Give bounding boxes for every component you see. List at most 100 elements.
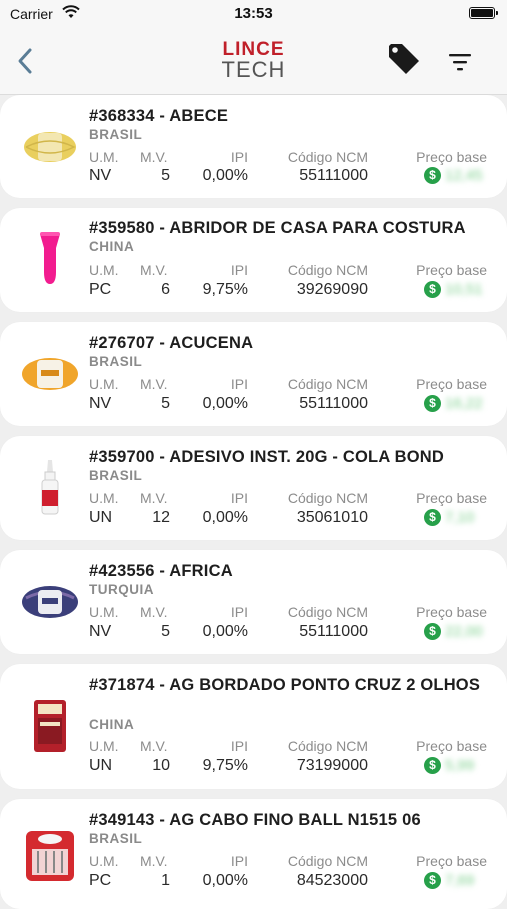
mv-label: M.V.	[140, 490, 168, 506]
um-value: PC	[89, 281, 112, 298]
price-value: $ 7,10	[424, 509, 474, 526]
ncm-value: 84523000	[296, 872, 368, 889]
price-label: Preço base	[416, 853, 487, 869]
ncm-label: Código NCM	[287, 738, 368, 754]
battery-icon	[469, 7, 498, 19]
price-amount: 5,99	[445, 757, 475, 774]
product-image-yarn	[20, 572, 80, 632]
product-card[interactable]: #349143 - AG CABO FINO BALL N1515 06 BRA…	[0, 799, 507, 909]
filter-button[interactable]	[446, 48, 474, 76]
ncm-value: 55111000	[299, 623, 368, 640]
mv-label: M.V.	[140, 262, 168, 278]
ipi-label: IPI	[230, 376, 248, 392]
ipi-label: IPI	[230, 490, 248, 506]
dollar-icon: $	[424, 757, 441, 774]
ipi-label: IPI	[230, 149, 248, 165]
price-label: Preço base	[416, 490, 487, 506]
filter-icon	[449, 54, 471, 71]
dollar-icon: $	[424, 167, 441, 184]
ipi-label: IPI	[230, 738, 248, 754]
product-origin: CHINA	[89, 239, 135, 254]
price-label: Preço base	[416, 262, 487, 278]
product-title: #423556 - AFRICA	[89, 562, 233, 580]
status-bar: Carrier 13:53	[0, 0, 507, 28]
um-value: PC	[89, 872, 112, 889]
mv-value: 1	[161, 872, 170, 889]
um-value: UN	[89, 509, 113, 526]
price-value: $ 7,69	[424, 872, 474, 889]
price-label: Preço base	[416, 738, 487, 754]
product-image-seam-ripper	[20, 228, 80, 288]
ipi-label: IPI	[230, 604, 248, 620]
product-origin: CHINA	[89, 717, 135, 732]
dollar-icon: $	[424, 281, 441, 298]
dollar-icon: $	[424, 395, 441, 412]
price-tag-button[interactable]	[386, 42, 422, 78]
mv-label: M.V.	[140, 738, 168, 754]
tag-icon	[389, 44, 419, 74]
mv-value: 12	[152, 509, 170, 526]
ncm-value: 39269090	[296, 281, 368, 298]
mv-label: M.V.	[140, 149, 168, 165]
um-value: NV	[89, 623, 112, 640]
um-value: NV	[89, 395, 112, 412]
price-value: $ 10,51	[424, 281, 483, 298]
um-label: U.M.	[89, 262, 119, 278]
ipi-label: IPI	[230, 262, 248, 278]
product-title: #368334 - ABECE	[89, 107, 229, 125]
product-title: #349143 - AG CABO FINO BALL N1515 06	[89, 811, 421, 829]
ncm-value: 55111000	[299, 167, 368, 184]
price-value: $ 5,99	[424, 757, 474, 774]
um-label: U.M.	[89, 376, 119, 392]
product-card[interactable]: #371874 - AG BORDADO PONTO CRUZ 2 OLHOS …	[0, 664, 507, 789]
product-card[interactable]: #276707 - ACUCENA BRASIL U.M. M.V. IPI C…	[0, 322, 507, 426]
price-value: $ 22,00	[424, 623, 483, 640]
um-label: U.M.	[89, 853, 119, 869]
product-image-yarn	[20, 117, 80, 177]
product-title: #276707 - ACUCENA	[89, 334, 254, 352]
product-title: #359700 - ADESIVO INST. 20G - COLA BOND	[89, 448, 445, 466]
dollar-icon: $	[424, 509, 441, 526]
ncm-label: Código NCM	[287, 853, 368, 869]
product-card[interactable]: #359700 - ADESIVO INST. 20G - COLA BOND …	[0, 436, 507, 540]
product-origin: BRASIL	[89, 831, 143, 846]
ncm-value: 55111000	[299, 395, 368, 412]
product-card[interactable]: #368334 - ABECE BRASIL U.M. M.V. IPI Cód…	[0, 95, 507, 198]
clock: 13:53	[234, 5, 273, 22]
um-label: U.M.	[89, 738, 119, 754]
product-image-needle-pack	[20, 825, 80, 885]
product-card[interactable]: #359580 - ABRIDOR DE CASA PARA COSTURA C…	[0, 208, 507, 312]
mv-value: 5	[161, 167, 170, 184]
product-image-yarn	[20, 344, 80, 404]
price-amount: 12,45	[445, 167, 483, 184]
product-title: #359580 - ABRIDOR DE CASA PARA COSTURA	[89, 219, 466, 237]
price-value: $ 12,45	[424, 167, 483, 184]
price-amount: 7,69	[445, 872, 475, 889]
ipi-value: 9,75%	[202, 281, 248, 298]
mv-label: M.V.	[140, 853, 168, 869]
product-title: #371874 - AG BORDADO PONTO CRUZ 2 OLHOS	[89, 676, 481, 694]
product-origin: BRASIL	[89, 354, 143, 369]
dollar-icon: $	[424, 872, 441, 889]
ncm-label: Código NCM	[287, 262, 368, 278]
ipi-value: 0,00%	[202, 167, 248, 184]
price-amount: 7,10	[445, 509, 475, 526]
app-logo: LINCE TECH	[0, 40, 507, 81]
mv-label: M.V.	[140, 376, 168, 392]
ncm-label: Código NCM	[287, 490, 368, 506]
mv-value: 6	[161, 281, 170, 298]
um-value: NV	[89, 167, 112, 184]
product-origin: BRASIL	[89, 127, 143, 142]
mv-value: 10	[152, 757, 170, 774]
um-value: UN	[89, 757, 113, 774]
logo-bottom-text: TECH	[221, 57, 286, 82]
um-label: U.M.	[89, 490, 119, 506]
mv-value: 5	[161, 623, 170, 640]
price-label: Preço base	[416, 604, 487, 620]
um-label: U.M.	[89, 604, 119, 620]
product-card[interactable]: #423556 - AFRICA TURQUIA U.M. M.V. IPI C…	[0, 550, 507, 654]
product-image-needle-pack	[20, 696, 80, 756]
price-amount: 22,00	[445, 623, 483, 640]
mv-label: M.V.	[140, 604, 168, 620]
navigation-bar: LINCE TECH	[0, 28, 507, 95]
